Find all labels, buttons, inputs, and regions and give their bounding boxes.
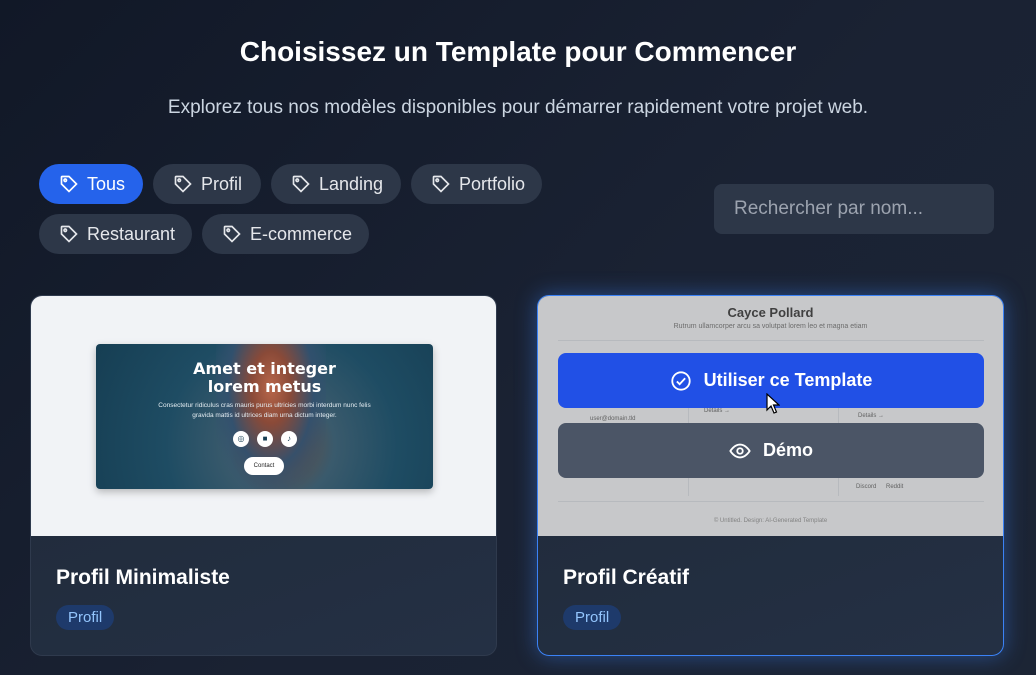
filter-chip-tous[interactable]: Tous xyxy=(39,164,143,204)
page-title: Choisissez un Template pour Commencer xyxy=(239,36,797,67)
instagram-icon: ◎ xyxy=(233,431,249,447)
filter-chip-profil[interactable]: Profil xyxy=(153,164,261,204)
filter-label: Portfolio xyxy=(459,173,526,194)
preview-heading-line2: lorem metus xyxy=(207,377,322,396)
tag-icon xyxy=(292,175,310,193)
tiktok-icon: ♪ xyxy=(281,431,297,447)
filter-label: Landing xyxy=(319,173,384,194)
filter-label: Tous xyxy=(87,173,126,194)
template-preview: Amet et integer lorem metus Consectetur … xyxy=(31,296,496,536)
mouse-cursor-icon xyxy=(766,393,780,414)
filter-chip-restaurant[interactable]: Restaurant xyxy=(39,214,192,254)
tag-icon xyxy=(432,175,450,193)
filter-chip-ecommerce[interactable]: E-commerce xyxy=(202,214,369,254)
tag-icon xyxy=(60,225,78,243)
tag-icon xyxy=(174,175,192,193)
preview-contact-button: Contact xyxy=(244,457,284,475)
use-template-label: Utiliser ce Template xyxy=(703,370,873,390)
filter-label: Restaurant xyxy=(87,223,176,244)
search-input[interactable] xyxy=(714,184,994,234)
tag-icon xyxy=(60,175,78,193)
hover-overlay: Utiliser ce Template Démo xyxy=(538,296,1003,536)
demo-button[interactable]: Démo xyxy=(558,423,984,478)
preview-hero-text: Consectetur ridiculus cras mauris purus … xyxy=(158,402,371,419)
tag-icon xyxy=(223,225,241,243)
square-icon: ■ xyxy=(257,431,273,447)
card-title: Profil Minimaliste xyxy=(56,566,230,589)
preview-hero-heading: Amet et integer lorem metus xyxy=(96,360,433,396)
template-card-profil-creatif[interactable]: Cayce Pollard Rutrum ullamcorper arcu sa… xyxy=(537,295,1004,656)
eye-icon xyxy=(729,443,751,458)
preview-hero: Amet et integer lorem metus Consectetur … xyxy=(96,344,433,489)
template-card-profil-minimaliste[interactable]: Amet et integer lorem metus Consectetur … xyxy=(30,295,497,656)
filter-label: E-commerce xyxy=(250,223,353,244)
category-badge: Profil xyxy=(56,605,115,630)
filter-chip-landing[interactable]: Landing xyxy=(271,164,401,204)
preview-heading-line1: Amet et integer xyxy=(193,359,336,378)
category-badge: Profil xyxy=(563,605,622,630)
demo-label: Démo xyxy=(762,440,813,460)
card-title: Profil Créatif xyxy=(563,566,690,589)
page-subtitle: Explorez tous nos modèles disponibles po… xyxy=(167,97,869,118)
check-circle-icon xyxy=(671,370,691,391)
preview-social-icons: ◎ ■ ♪ xyxy=(233,431,297,447)
filter-chip-portfolio[interactable]: Portfolio xyxy=(411,164,542,204)
filter-label: Profil xyxy=(201,173,243,194)
